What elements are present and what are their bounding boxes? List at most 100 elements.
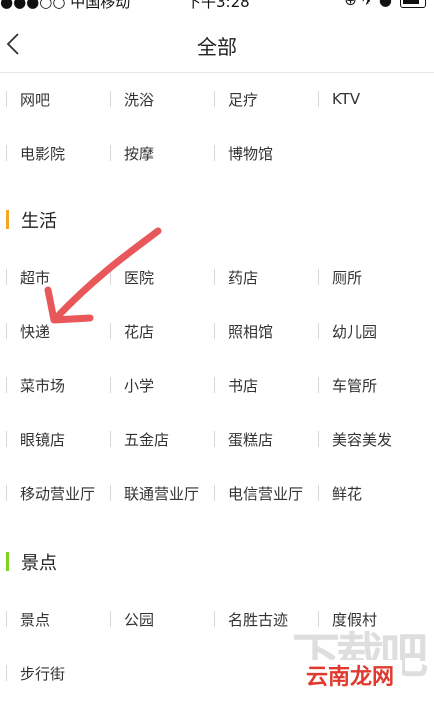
category-item-label: 鲜花 bbox=[332, 484, 363, 503]
category-item-label: 公园 bbox=[124, 610, 155, 629]
category-item-label: 车管所 bbox=[332, 376, 378, 395]
category-item-label: 洗浴 bbox=[124, 90, 155, 109]
category-item[interactable]: 蛋糕店 bbox=[208, 412, 312, 466]
category-item[interactable]: 鲜花 bbox=[312, 466, 416, 520]
nav-bar: 全部 bbox=[0, 14, 434, 73]
category-item[interactable]: 小学 bbox=[104, 358, 208, 412]
item-divider bbox=[6, 269, 7, 285]
section-accent-bar bbox=[6, 210, 9, 229]
status-icons: ⊕ ✈ ● bbox=[344, 0, 392, 9]
category-item-label: 步行街 bbox=[20, 664, 66, 683]
clock: 下午3:28 bbox=[186, 0, 250, 11]
category-item-label: 眼镜店 bbox=[20, 430, 66, 449]
category-item[interactable]: 电信营业厅 bbox=[208, 466, 312, 520]
category-item-label: 联通营业厅 bbox=[124, 484, 200, 503]
category-item-label: 快递 bbox=[20, 322, 51, 341]
item-divider bbox=[214, 269, 215, 285]
category-item[interactable]: 药店 bbox=[208, 250, 312, 304]
category-row: 眼镜店 五金店 蛋糕店 美容美发 bbox=[0, 412, 434, 466]
category-item[interactable]: 超市 bbox=[0, 250, 104, 304]
category-item[interactable]: 洗浴 bbox=[104, 72, 208, 126]
category-row: 菜市场 小学 书店 车管所 bbox=[0, 358, 434, 412]
item-divider bbox=[110, 145, 111, 161]
category-item-label: 足疗 bbox=[228, 90, 259, 109]
category-item[interactable]: 书店 bbox=[208, 358, 312, 412]
category-item-label: 超市 bbox=[20, 268, 51, 287]
item-divider bbox=[110, 91, 111, 107]
item-divider bbox=[6, 377, 7, 393]
category-item[interactable]: 花店 bbox=[104, 304, 208, 358]
category-item-label: 电影院 bbox=[20, 144, 66, 163]
item-divider bbox=[318, 431, 319, 447]
category-item[interactable]: 公园 bbox=[104, 592, 208, 646]
category-item[interactable]: 车管所 bbox=[312, 358, 416, 412]
item-divider bbox=[110, 431, 111, 447]
item-divider bbox=[214, 91, 215, 107]
category-row: 移动营业厅 联通营业厅 电信营业厅 鲜花 bbox=[0, 466, 434, 520]
category-item[interactable]: 五金店 bbox=[104, 412, 208, 466]
item-divider bbox=[6, 91, 7, 107]
item-divider bbox=[318, 377, 319, 393]
section-accent-bar bbox=[6, 552, 9, 571]
category-item-label: 幼儿园 bbox=[332, 322, 378, 341]
item-divider bbox=[110, 323, 111, 339]
item-divider bbox=[110, 269, 111, 285]
category-item-label: 移动营业厅 bbox=[20, 484, 96, 503]
category-item[interactable]: 网吧 bbox=[0, 72, 104, 126]
category-item[interactable]: 照相馆 bbox=[208, 304, 312, 358]
category-item[interactable]: 眼镜店 bbox=[0, 412, 104, 466]
category-item[interactable]: 快递 bbox=[0, 304, 104, 358]
watermark-badge: 云南龙网 bbox=[298, 660, 402, 690]
category-item[interactable]: 厕所 bbox=[312, 250, 416, 304]
section-title: 生活 bbox=[21, 211, 57, 232]
category-item[interactable]: 电影院 bbox=[0, 126, 104, 180]
category-item[interactable]: 医院 bbox=[104, 250, 208, 304]
section-title: 景点 bbox=[21, 553, 57, 574]
category-item[interactable]: 联通营业厅 bbox=[104, 466, 208, 520]
category-item-label: 电信营业厅 bbox=[228, 484, 304, 503]
page-title: 全部 bbox=[197, 35, 237, 59]
carrier-label: ●●●○○ 中国移动 bbox=[0, 0, 131, 11]
category-item[interactable]: 幼儿园 bbox=[312, 304, 416, 358]
category-item[interactable]: 美容美发 bbox=[312, 412, 416, 466]
item-divider bbox=[318, 91, 319, 107]
item-divider bbox=[110, 485, 111, 501]
category-item-label: KTV bbox=[332, 90, 361, 108]
item-divider bbox=[6, 145, 7, 161]
category-item-label: 博物馆 bbox=[228, 144, 274, 163]
category-item[interactable]: 按摩 bbox=[104, 126, 208, 180]
category-item-label: 医院 bbox=[124, 268, 155, 287]
item-divider bbox=[214, 485, 215, 501]
category-row: 快递 花店 照相馆 幼儿园 bbox=[0, 304, 434, 358]
category-item[interactable]: 景点 bbox=[0, 592, 104, 646]
item-divider bbox=[214, 145, 215, 161]
category-item[interactable]: 步行街 bbox=[0, 646, 104, 700]
item-divider bbox=[214, 611, 215, 627]
category-item-label: 书店 bbox=[228, 376, 259, 395]
category-item[interactable]: 菜市场 bbox=[0, 358, 104, 412]
category-item[interactable]: KTV bbox=[312, 72, 416, 126]
item-divider bbox=[110, 377, 111, 393]
category-item[interactable]: 博物馆 bbox=[208, 126, 312, 180]
battery-icon bbox=[400, 0, 426, 8]
category-item[interactable]: 足疗 bbox=[208, 72, 312, 126]
item-divider bbox=[110, 611, 111, 627]
category-row: 电影院 按摩 博物馆 bbox=[0, 126, 434, 180]
category-item-label: 景点 bbox=[20, 610, 51, 629]
category-item-label: 五金店 bbox=[124, 430, 170, 449]
category-row: 网吧 洗浴 足疗 KTV bbox=[0, 72, 434, 126]
item-divider bbox=[6, 611, 7, 627]
category-item-label: 菜市场 bbox=[20, 376, 66, 395]
category-item-label: 名胜古迹 bbox=[228, 610, 289, 629]
item-divider bbox=[214, 377, 215, 393]
item-divider bbox=[214, 323, 215, 339]
item-divider bbox=[6, 665, 7, 681]
category-item[interactable]: 移动营业厅 bbox=[0, 466, 104, 520]
section-header: 生活 bbox=[0, 205, 434, 235]
status-bar: ●●●○○ 中国移动 下午3:28 ⊕ ✈ ● bbox=[0, 0, 434, 14]
category-item-label: 蛋糕店 bbox=[228, 430, 274, 449]
item-divider bbox=[318, 269, 319, 285]
section-header: 景点 bbox=[0, 547, 434, 577]
category-item-label: 厕所 bbox=[332, 268, 363, 287]
item-divider bbox=[6, 485, 7, 501]
